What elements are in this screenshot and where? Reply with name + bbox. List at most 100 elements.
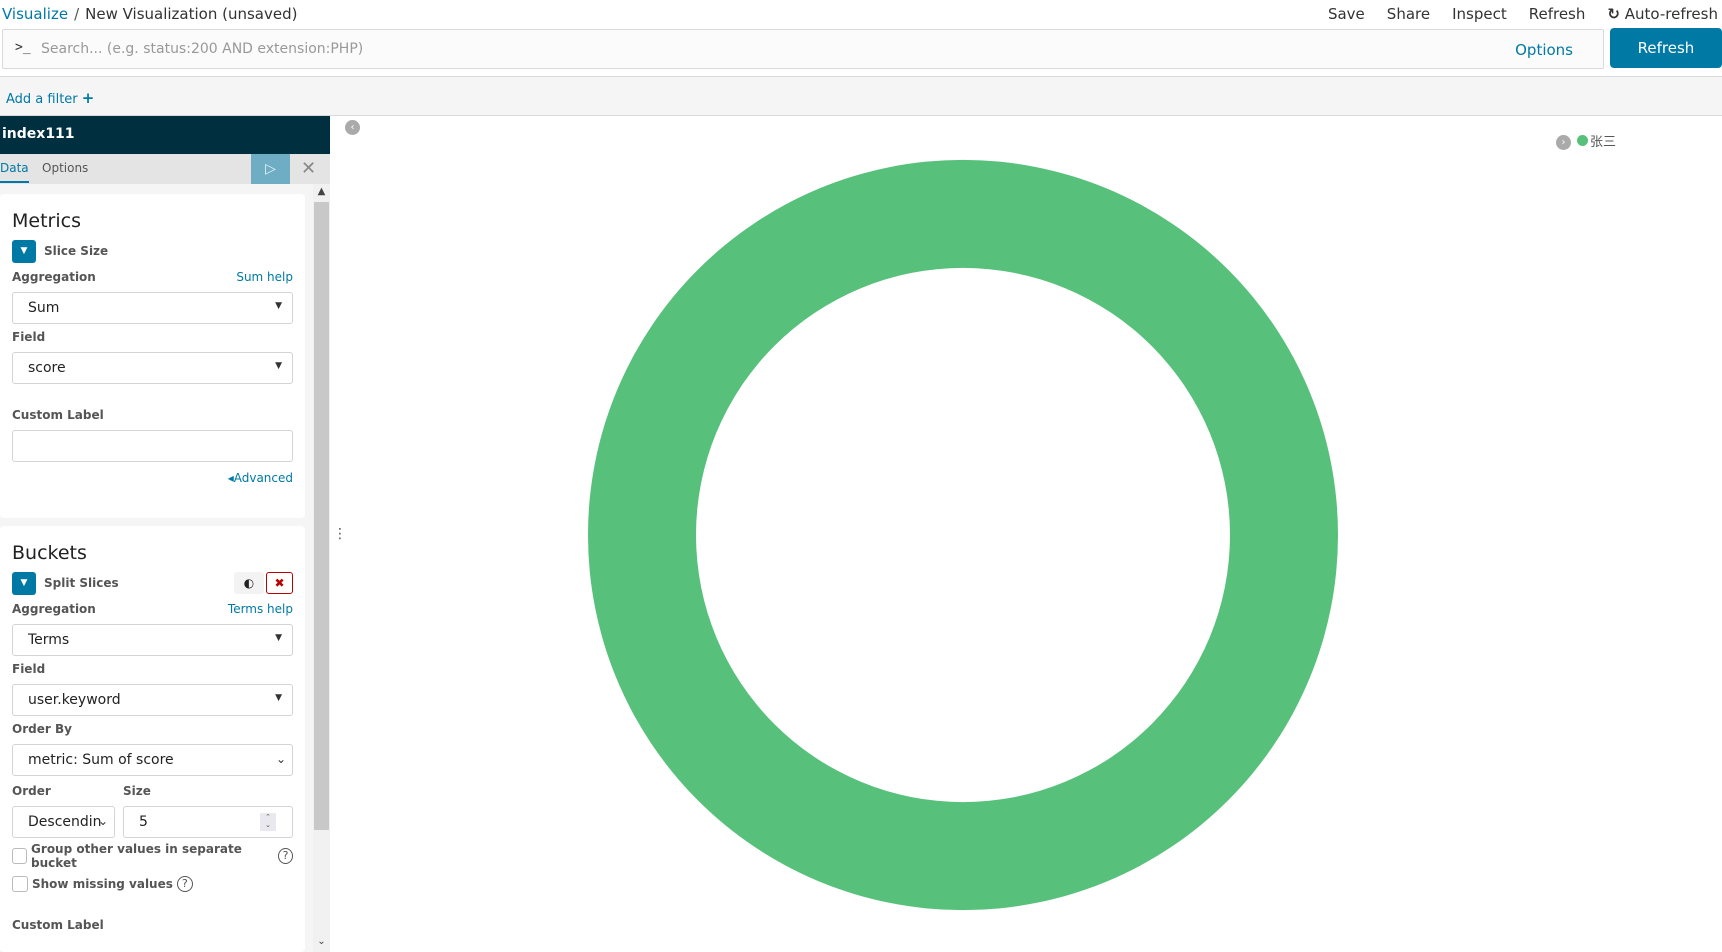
collapse-metric-button[interactable]: ▼ bbox=[12, 240, 36, 263]
pie-slice-0[interactable] bbox=[588, 159, 1338, 911]
sum-help-link[interactable]: Sum help bbox=[236, 270, 293, 284]
chevron-down-icon: ⌄ bbox=[97, 814, 108, 828]
sidebar-tabs: Data Options ▷ ✕ bbox=[0, 154, 330, 184]
field-label: Field bbox=[12, 330, 46, 344]
order-label: Order bbox=[12, 784, 51, 798]
size-stepper[interactable]: ⌃ ⌄ bbox=[260, 813, 276, 831]
scroll-down-icon[interactable]: ⌄ bbox=[313, 936, 330, 952]
order-select[interactable]: Descendin ⌄ bbox=[12, 806, 115, 838]
caret-down-icon: ▼ bbox=[275, 361, 282, 371]
query-bar: >_ Options bbox=[2, 29, 1604, 69]
add-filter-label: Add a filter bbox=[6, 92, 78, 107]
show-missing-label: Show missing values bbox=[32, 877, 173, 891]
refresh-menu-item[interactable]: Refresh bbox=[1529, 5, 1586, 23]
sidebar-resize-handle[interactable]: ⋮ bbox=[333, 526, 347, 542]
bucket-agg-title: Split Slices bbox=[44, 576, 119, 590]
size-value: 5 bbox=[139, 814, 148, 830]
query-options-link[interactable]: Options bbox=[1515, 41, 1573, 59]
search-input[interactable] bbox=[41, 36, 1441, 62]
group-other-row: Group other values in separate bucket ? bbox=[12, 842, 294, 870]
pie-chart bbox=[588, 159, 1338, 911]
filter-bar: Add a filter + bbox=[0, 76, 1722, 116]
caret-down-icon: ▼ bbox=[275, 301, 282, 311]
aggregation-label-text: Aggregation bbox=[12, 270, 96, 284]
question-icon[interactable]: ? bbox=[277, 848, 294, 864]
buckets-title: Buckets bbox=[12, 542, 87, 564]
top-menu: Save Share Inspect Refresh ↻ Auto-refres… bbox=[1328, 5, 1718, 23]
plus-icon: + bbox=[81, 89, 95, 107]
group-other-checkbox[interactable] bbox=[12, 848, 28, 864]
chevron-down-icon: ⌄ bbox=[275, 752, 286, 766]
metrics-panel: Metrics ▼ Slice Size Aggregation Sum help… bbox=[0, 194, 305, 518]
index-pattern-title: index111 bbox=[0, 116, 330, 154]
order-by-value: metric: Sum of score bbox=[28, 752, 174, 768]
toggle-agg-button[interactable]: ◐ bbox=[234, 572, 264, 594]
order-value: Descendin bbox=[28, 814, 102, 830]
scroll-thumb[interactable] bbox=[314, 202, 329, 830]
metric-agg-header: ▼ Slice Size bbox=[12, 240, 293, 264]
editor-sidebar: index111 Data Options ▷ ✕ Metrics ▼ Slic… bbox=[0, 116, 330, 952]
bucket-agg-header: ▼ Split Slices ◐ ✖ bbox=[12, 572, 293, 596]
caret-down-icon: ▼ bbox=[20, 578, 28, 588]
close-icon: ✕ bbox=[301, 158, 317, 179]
toggle-icon: ◐ bbox=[243, 576, 255, 590]
metric-field-value: score bbox=[28, 360, 66, 376]
field-label: Field bbox=[12, 662, 46, 676]
top-nav: Visualize / New Visualization (unsaved) Sa… bbox=[0, 0, 1722, 28]
show-missing-checkbox[interactable] bbox=[12, 876, 28, 892]
auto-refresh-menu-item[interactable]: ↻ Auto-refresh bbox=[1607, 5, 1718, 23]
refresh-button[interactable]: Refresh bbox=[1610, 28, 1722, 68]
legend-label: 张三 bbox=[1590, 135, 1617, 150]
metric-custom-label-input[interactable] bbox=[12, 430, 293, 462]
remove-icon: ✖ bbox=[274, 576, 285, 590]
remove-agg-button[interactable]: ✖ bbox=[266, 572, 293, 594]
inspect-menu-item[interactable]: Inspect bbox=[1452, 5, 1507, 23]
breadcrumb-separator: / bbox=[74, 5, 80, 23]
discard-changes-button[interactable]: ✕ bbox=[301, 158, 316, 179]
caret-down-icon: ▼ bbox=[20, 246, 28, 256]
bucket-field-select[interactable]: user.keyword ▼ bbox=[12, 684, 293, 716]
order-by-label: Order By bbox=[12, 722, 72, 736]
bucket-aggregation-value: Terms bbox=[28, 632, 70, 648]
scroll-up-icon[interactable]: ▲ bbox=[313, 186, 330, 202]
tab-options[interactable]: Options bbox=[42, 161, 88, 175]
metrics-title: Metrics bbox=[12, 210, 81, 232]
play-icon: ▷ bbox=[265, 161, 276, 177]
metric-aggregation-value: Sum bbox=[28, 300, 60, 316]
add-filter-link[interactable]: Add a filter + bbox=[6, 89, 94, 107]
aggregation-label-text: Aggregation bbox=[12, 602, 96, 616]
group-other-label: Group other values in separate bucket bbox=[31, 842, 242, 870]
sidebar-scrollbar[interactable]: ▲ ⌄ bbox=[313, 184, 330, 952]
legend-item[interactable]: 张三 bbox=[1577, 131, 1616, 150]
caret-down-icon: ▼ bbox=[275, 633, 282, 643]
bucket-field-value: user.keyword bbox=[28, 692, 121, 708]
aggregation-label: Aggregation Sum help bbox=[12, 270, 293, 290]
bucket-aggregation-select[interactable]: Terms ▼ bbox=[12, 624, 293, 656]
size-input[interactable]: 5 ⌃ ⌄ bbox=[123, 806, 293, 838]
order-by-select[interactable]: metric: Sum of score ⌄ bbox=[12, 744, 293, 776]
order-size-row: Order Descendin ⌄ Size 5 ⌃ ⌄ bbox=[12, 778, 293, 838]
page-title: New Visualization (unsaved) bbox=[85, 5, 298, 23]
advanced-toggle-link[interactable]: ◂Advanced bbox=[12, 471, 293, 485]
metric-aggregation-select[interactable]: Sum ▼ bbox=[12, 292, 293, 324]
query-prompt-icon: >_ bbox=[15, 40, 31, 55]
collapse-bucket-button[interactable]: ▼ bbox=[12, 572, 36, 595]
caret-down-icon: ▼ bbox=[275, 693, 282, 703]
share-menu-item[interactable]: Share bbox=[1387, 5, 1430, 23]
metric-field-select[interactable]: score ▼ bbox=[12, 352, 293, 384]
breadcrumb-visualize-link[interactable]: Visualize bbox=[2, 5, 68, 23]
aggregation-label: Aggregation Terms help bbox=[12, 602, 293, 622]
apply-changes-button[interactable]: ▷ bbox=[251, 154, 290, 184]
custom-label-label: Custom Label bbox=[12, 408, 104, 422]
save-menu-item[interactable]: Save bbox=[1328, 5, 1365, 23]
refresh-cycle-icon: ↻ bbox=[1607, 5, 1620, 23]
auto-refresh-label: Auto-refresh bbox=[1624, 5, 1718, 23]
size-label: Size bbox=[123, 784, 151, 798]
metric-agg-title: Slice Size bbox=[44, 244, 109, 258]
terms-help-link[interactable]: Terms help bbox=[228, 602, 293, 616]
tab-data[interactable]: Data bbox=[0, 161, 29, 183]
question-icon[interactable]: ? bbox=[176, 876, 193, 892]
legend-toggle-icon[interactable]: › bbox=[1556, 135, 1571, 150]
show-missing-row: Show missing values ? bbox=[12, 874, 293, 894]
bucket-custom-label-label: Custom Label bbox=[12, 918, 104, 932]
